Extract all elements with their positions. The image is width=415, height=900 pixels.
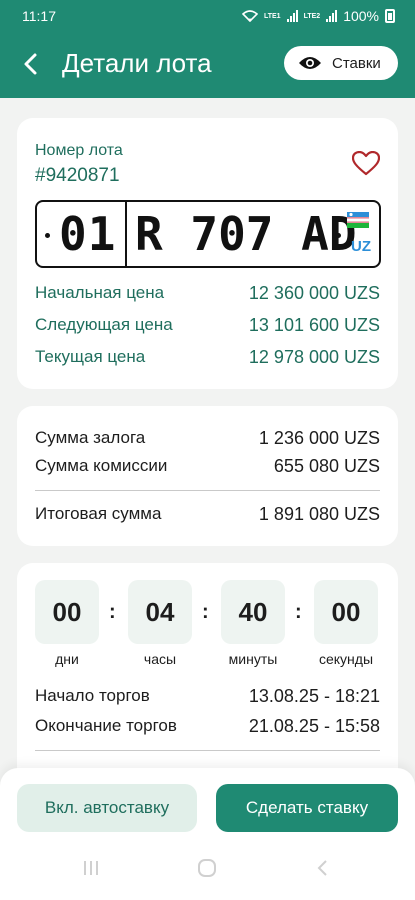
timer-colon: : <box>202 601 209 623</box>
bottom-action-bar: Вкл. автоставку Сделать ставку <box>0 768 415 900</box>
current-price-value: 12 978 000 UZS <box>248 347 380 367</box>
divider <box>35 490 380 491</box>
next-price-value: 13 101 600 UZS <box>248 315 380 335</box>
make-bid-button[interactable]: Сделать ставку <box>216 784 398 832</box>
bids-button[interactable]: Ставки <box>284 46 398 80</box>
battery-percent: 100% <box>343 8 379 24</box>
next-price-label: Следующая цена <box>35 315 173 334</box>
end-value: 21.08.25 - 15:58 <box>248 716 380 736</box>
license-plate: 01 R 707 AD UZ <box>35 200 381 268</box>
status-bar: 11:17 LTE1 LTE2 100% <box>0 0 415 32</box>
start-value: 13.08.25 - 18:21 <box>248 686 380 706</box>
eye-icon <box>299 57 321 69</box>
total-value: 1 891 080 UZS <box>258 504 380 524</box>
timer-days: 00 <box>35 580 99 644</box>
start-row: Начало торгов 13.08.25 - 18:21 <box>35 686 380 707</box>
payment-card: Сумма залога 1 236 000 UZS Сумма комисси… <box>17 406 398 546</box>
sim1-label: LTE1 <box>263 12 281 20</box>
commission-value: 655 080 UZS <box>273 456 380 476</box>
bids-label: Ставки <box>332 54 381 72</box>
recent-apps-icon[interactable] <box>81 858 101 878</box>
lot-card: Номер лота #9420871 01 R 707 AD UZ Начал… <box>17 118 398 389</box>
start-price-value: 12 360 000 UZS <box>248 283 380 303</box>
days-label: дни <box>55 651 79 667</box>
wifi-icon <box>241 10 258 22</box>
auto-bid-button[interactable]: Вкл. автоставку <box>17 784 197 832</box>
deposit-value: 1 236 000 UZS <box>258 428 380 448</box>
back-arrow-icon[interactable] <box>18 50 46 78</box>
minutes-label: минуты <box>228 651 278 667</box>
total-label: Итоговая сумма <box>35 504 162 523</box>
end-label: Окончание торгов <box>35 716 177 735</box>
seconds-label: секунды <box>318 651 374 667</box>
timer-colon: : <box>295 601 302 623</box>
sim2-label: LTE2 <box>303 12 321 20</box>
plate-number: R 707 AD <box>135 207 357 261</box>
home-icon[interactable] <box>197 858 217 878</box>
hours-label: часы <box>143 651 177 667</box>
start-price-label: Начальная цена <box>35 283 165 302</box>
plate-region: 01 <box>59 207 117 261</box>
divider <box>35 750 380 751</box>
deposit-row: Сумма залога 1 236 000 UZS <box>35 428 380 449</box>
commission-label: Сумма комиссии <box>35 456 168 475</box>
heart-icon[interactable] <box>352 151 380 177</box>
end-row: Окончание торгов 21.08.25 - 15:58 <box>35 716 380 737</box>
signal-icon <box>326 10 338 22</box>
current-price-label: Текущая цена <box>35 347 146 366</box>
timer-minutes: 40 <box>221 580 285 644</box>
plate-country: UZ <box>351 238 371 255</box>
price-row: Следующая цена 13 101 600 UZS <box>35 315 380 336</box>
start-label: Начало торгов <box>35 686 150 705</box>
signal-icon <box>286 10 298 22</box>
price-row: Текущая цена 12 978 000 UZS <box>35 347 380 368</box>
lot-number-label: Номер лота <box>35 142 123 159</box>
timer-hours: 04 <box>128 580 192 644</box>
deposit-label: Сумма залога <box>35 428 146 447</box>
commission-row: Сумма комиссии 655 080 UZS <box>35 456 380 477</box>
page-title: Детали лота <box>62 48 212 78</box>
price-row: Начальная цена 12 360 000 UZS <box>35 283 380 304</box>
plate-dot <box>336 233 341 238</box>
app-header: 11:17 LTE1 LTE2 100% Детали лота Ставки <box>0 0 415 98</box>
timer-seconds: 00 <box>314 580 378 644</box>
status-icons: LTE1 LTE2 100% <box>241 8 395 24</box>
status-time: 11:17 <box>22 8 56 24</box>
lot-number: #9420871 <box>35 165 120 186</box>
total-row: Итоговая сумма 1 891 080 UZS <box>35 504 380 525</box>
uz-flag-icon <box>347 212 369 228</box>
back-nav-icon[interactable] <box>313 858 333 878</box>
timer-colon: : <box>109 601 116 623</box>
battery-icon <box>385 9 395 23</box>
plate-separator <box>125 202 127 266</box>
plate-dot <box>45 233 50 238</box>
